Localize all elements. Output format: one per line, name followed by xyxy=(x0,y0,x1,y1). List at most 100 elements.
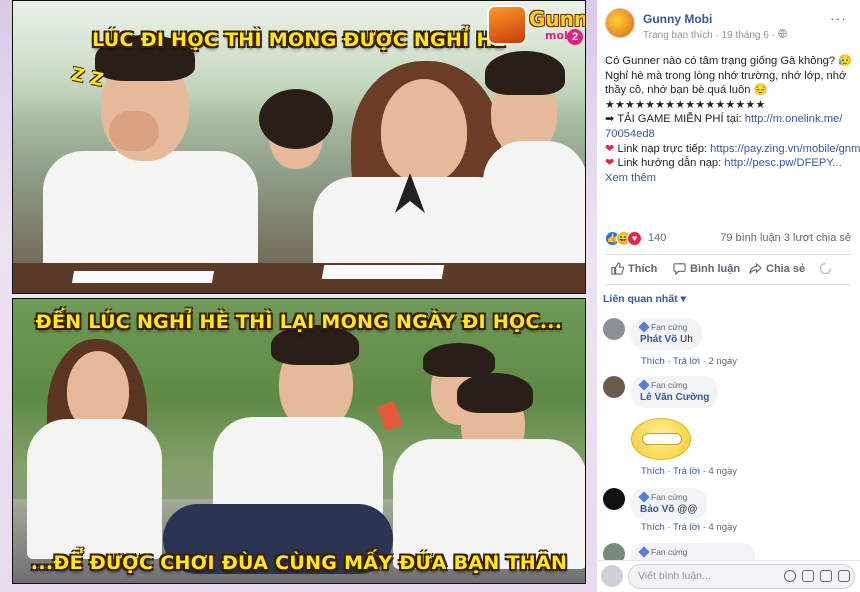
download-label: ➡ TẢI GAME MIỄN PHÍ tại: xyxy=(605,113,745,126)
friend-boy-right-shirt xyxy=(393,439,585,569)
topup-line: ❤ Link nạp trực tiếp: https://pay.zing.v… xyxy=(605,142,860,157)
commenter-name[interactable]: Phát Võ xyxy=(640,334,677,345)
topup-label: Link nạp trực tiếp: xyxy=(617,142,711,155)
loading-spinner-icon xyxy=(819,262,832,275)
comment-composer: Viết bình luận... xyxy=(597,560,860,592)
caption-middle: ĐẾN LÚC NGHỈ HÈ THÌ LẠI MONG NGÀY ĐI HỌC… xyxy=(35,311,563,333)
comment-text: @@ xyxy=(677,504,698,515)
like-comment-link[interactable]: Thích xyxy=(641,522,665,533)
commenter-name[interactable]: Bảo Võ xyxy=(640,504,674,515)
phone xyxy=(377,400,403,432)
badge-label: Fan cứng xyxy=(651,380,688,390)
friend-girl-shirt xyxy=(27,419,162,559)
page-avatar[interactable] xyxy=(605,8,635,38)
comment-icon xyxy=(673,263,686,275)
avatar[interactable] xyxy=(603,543,625,560)
post-line: Nghỉ hè mà trong lòng nhớ trường, nhớ lớ… xyxy=(605,69,847,82)
meme-panel-top: Z Z LÚC ĐI HỌC THÌ MONG ĐƯỢC NGHỈ HÈ Gun… xyxy=(12,0,586,294)
emoji-icon[interactable] xyxy=(784,570,796,582)
student-hand xyxy=(109,111,159,151)
diamond-icon xyxy=(638,321,650,333)
download-link-cont[interactable]: 70054ed8 xyxy=(605,127,853,142)
top-fan-badge: Fan cứng xyxy=(638,546,746,558)
page-name-link[interactable]: Gunny Mobi xyxy=(643,12,712,26)
comment-meta: Thích · Trả lời · 2 ngày xyxy=(641,356,738,367)
gunny-logo: Gunny mobi 2 xyxy=(487,5,585,49)
notebook xyxy=(71,271,215,283)
badge-label: Fan cứng xyxy=(651,492,688,502)
download-link[interactable]: http://m.onelink.me/ xyxy=(745,113,843,125)
comment-button[interactable]: Bình luận xyxy=(673,262,740,275)
comment-item: Fan cứng Phát Võ Uh Thích · Trả lời · 2 … xyxy=(603,318,853,368)
avatar[interactable] xyxy=(603,488,625,510)
reaction-picker-button[interactable] xyxy=(819,262,832,275)
topup-link[interactable]: https://pay.zing.vn/mobile/gnm xyxy=(710,143,860,155)
camera-icon[interactable] xyxy=(802,570,814,582)
comment-item: Fan cứng xyxy=(603,543,853,560)
badge-label: Fan cứng xyxy=(651,322,688,332)
comment-bubble: Fan cứng Phát Võ Uh xyxy=(631,318,702,350)
comment-sort-dropdown[interactable]: Liên quan nhất ▾ xyxy=(603,293,686,305)
heart-icon: ❤ xyxy=(605,142,615,155)
comments-shares-count[interactable]: 79 bình luận 3 lượt chia sẻ xyxy=(720,232,851,244)
meme-panel-bottom: ĐẾN LÚC NGHỈ HÈ THÌ LẠI MONG NGÀY ĐI HỌC… xyxy=(12,298,586,584)
download-line: ➡ TẢI GAME MIỄN PHÍ tại: http://m.onelin… xyxy=(605,112,853,127)
comment-label: Bình luận xyxy=(690,262,741,275)
comment-bubble: Fan cứng xyxy=(631,543,755,560)
like-comment-link[interactable]: Thích xyxy=(641,466,665,477)
like-comment-link[interactable]: Thích xyxy=(641,356,665,367)
comment-time: 2 ngày xyxy=(708,356,738,367)
post-stats: 👍 😆 ♥ 140 79 bình luận 3 lượt chia sẻ xyxy=(605,230,851,248)
student-girl-back-hair xyxy=(259,89,333,149)
badge-label: Fan cứng xyxy=(651,547,688,557)
friend-laughing-hair xyxy=(423,343,495,377)
post-line: thầy cô, nhớ bạn bè quá luôn 😔 xyxy=(605,84,768,97)
top-fan-badge: Fan cứng xyxy=(638,491,698,503)
game-icon xyxy=(487,5,527,45)
gif-icon[interactable] xyxy=(820,570,832,582)
commenter-name[interactable]: Lê Văn Cường xyxy=(640,392,709,403)
reaction-count[interactable]: 140 xyxy=(648,232,666,244)
grinning-sticker xyxy=(631,418,691,460)
post-text: Có Gunner nào có tâm trạng giống Gà khôn… xyxy=(605,54,860,186)
avatar[interactable] xyxy=(603,318,625,340)
sticker-icon[interactable] xyxy=(838,570,850,582)
guide-line: ❤ Link hướng dẫn nạp: http://pesc.pw/DFE… xyxy=(605,156,853,171)
guide-link[interactable]: http://pesc.pw/DFEPY... xyxy=(724,157,841,169)
love-reaction-icon: ♥ xyxy=(627,231,642,246)
composer-tools xyxy=(784,570,850,582)
current-user-avatar xyxy=(601,565,623,587)
post-stars: ★★★★★★★★★★★★★★★★ xyxy=(605,98,766,111)
post-meta-text: Trang bạn thích · 19 tháng 6 · xyxy=(643,30,778,41)
notebook xyxy=(321,265,445,279)
avatar[interactable] xyxy=(603,376,625,398)
post-actions: Thích Bình luận Chia sẻ xyxy=(597,258,860,282)
reply-link[interactable]: Trả lời xyxy=(673,466,700,477)
student-girl-face xyxy=(381,79,467,183)
commenter-name-line: Phát Võ Uh xyxy=(640,334,693,345)
share-button[interactable]: Chia sẻ xyxy=(749,262,805,275)
see-more-link[interactable]: Xem thêm xyxy=(605,171,853,186)
reaction-icons[interactable]: 👍 😆 ♥ xyxy=(605,231,645,247)
divider xyxy=(605,254,851,255)
commenter-name-line: Bảo Võ @@ xyxy=(640,504,698,515)
like-button[interactable]: Thích xyxy=(611,262,657,275)
like-label: Thích xyxy=(628,262,658,275)
reply-link[interactable]: Trả lời xyxy=(673,356,700,367)
post-meta: Trang bạn thích · 19 tháng 6 · xyxy=(643,29,787,41)
photo-area[interactable]: Z Z LÚC ĐI HỌC THÌ MONG ĐƯỢC NGHỈ HÈ Gun… xyxy=(0,0,597,592)
reply-link[interactable]: Trả lời xyxy=(673,522,700,533)
post-sidebar: Gunny Mobi Trang bạn thích · 19 tháng 6 … xyxy=(597,0,860,592)
more-options-button[interactable]: ··· xyxy=(830,10,847,26)
comment-time: 4 ngày xyxy=(708,522,738,533)
logo-number: 2 xyxy=(567,29,583,45)
diamond-icon xyxy=(638,379,650,391)
comment-meta: Thích · Trả lời · 4 ngày xyxy=(641,466,738,477)
divider xyxy=(605,284,851,285)
caption-bottom: ...ĐỂ ĐƯỢC CHƠI ĐÙA CÙNG MẤY ĐỨA BẠN THÂ… xyxy=(30,552,568,574)
thumbs-up-icon xyxy=(611,262,624,275)
viewer: Z Z LÚC ĐI HỌC THÌ MONG ĐƯỢC NGHỈ HÈ Gun… xyxy=(0,0,860,592)
diamond-icon xyxy=(638,491,650,503)
globe-icon xyxy=(777,29,787,38)
friend-boy-right-hair xyxy=(457,373,533,413)
